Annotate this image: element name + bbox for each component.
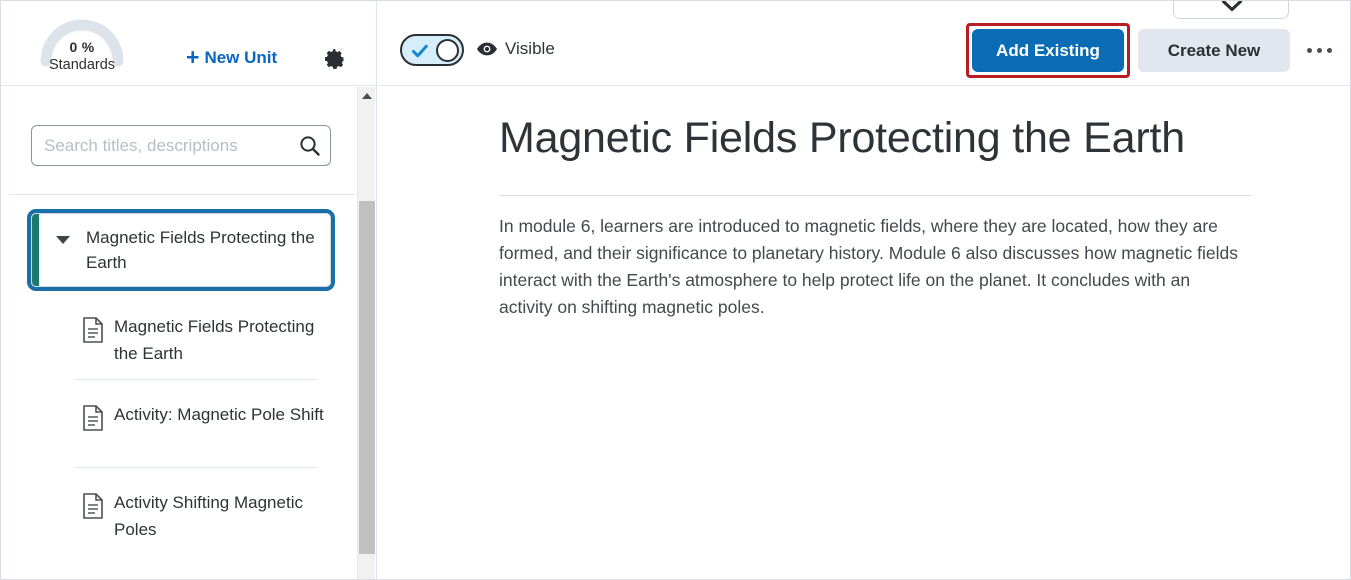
gauge-label: Standards [48, 57, 116, 73]
list-item[interactable]: Activity: Magnetic Pole Shift [76, 395, 338, 461]
scrollbar-thumb[interactable] [359, 201, 375, 554]
search-container [31, 125, 331, 166]
document-icon [82, 317, 104, 343]
standards-progress-gauge: 0 % Standards [37, 9, 127, 75]
title-divider [499, 195, 1251, 196]
list-item[interactable]: Magnetic Fields Protecting the Earth [76, 307, 338, 373]
ellipsis-icon[interactable] [1298, 34, 1340, 67]
list-separator [76, 379, 316, 380]
course-builder-window: 0 % Standards + New Unit Search titles, … [0, 0, 1351, 580]
eye-glyph [477, 42, 497, 56]
toggle-knob [436, 39, 459, 62]
page-title: Magnetic Fields Protecting the Earth [499, 114, 1185, 162]
list-item-label: Activity: Magnetic Pole Shift [114, 405, 324, 424]
gear-icon[interactable] [323, 47, 347, 71]
document-glyph [83, 405, 103, 431]
document-icon [82, 405, 104, 431]
plus-icon: + [186, 44, 200, 70]
unit-node-inner: Magnetic Fields Protecting the Earth [31, 213, 331, 287]
list-separator [76, 467, 316, 468]
document-glyph [83, 493, 103, 519]
caret-down-icon[interactable] [56, 236, 70, 244]
search-input[interactable] [31, 125, 331, 166]
list-item[interactable]: Activity Shifting Magnetic Poles [76, 483, 338, 549]
content-toolbar: Visible Add Existing Create New [378, 1, 1350, 86]
new-unit-button[interactable]: + New Unit [186, 46, 277, 69]
top-dropdown-button[interactable] [1173, 1, 1289, 19]
list-item-label: Activity Shifting Magnetic Poles [114, 493, 303, 539]
caret-up-icon[interactable] [362, 93, 372, 99]
document-glyph [83, 317, 103, 343]
gauge-percent-value: 0 % [69, 39, 95, 55]
eye-icon [476, 41, 498, 57]
page-description: In module 6, learners are introduced to … [499, 216, 1238, 317]
chevron-down-icon [1221, 1, 1243, 12]
sidebar-scrollbar[interactable] [357, 87, 375, 579]
content-panel: Visible Add Existing Create New Magnetic… [378, 1, 1350, 579]
check-glyph [412, 44, 428, 58]
search-icon[interactable] [297, 133, 323, 159]
list-item-label: Magnetic Fields Protecting the Earth [114, 317, 315, 363]
document-icon [82, 493, 104, 519]
sidebar-header: 0 % Standards + New Unit [1, 1, 376, 86]
units-sidebar: 0 % Standards + New Unit Search titles, … [1, 1, 377, 579]
unit-tree-node-selected[interactable]: Magnetic Fields Protecting the Earth [27, 209, 335, 291]
add-existing-button[interactable]: Add Existing [972, 29, 1124, 72]
unit-accent-bar [32, 214, 39, 286]
chevron-down-glyph [1221, 1, 1243, 12]
ellipsis-dot [1326, 48, 1332, 53]
ellipsis-dot [1316, 48, 1322, 53]
magnifier-glyph [300, 136, 320, 156]
visibility-label: Visible [505, 39, 555, 58]
new-unit-label: New Unit [204, 47, 278, 67]
ellipsis-dot [1306, 48, 1312, 53]
create-new-button[interactable]: Create New [1138, 29, 1290, 72]
check-icon [411, 42, 429, 60]
gear-glyph [325, 49, 345, 69]
visibility-toggle[interactable] [400, 34, 464, 66]
unit-title-label: Magnetic Fields Protecting the Earth [86, 228, 315, 272]
content-body-area: Magnetic Fields Protecting the Earth In … [378, 86, 1350, 579]
sidebar-divider [9, 194, 355, 195]
